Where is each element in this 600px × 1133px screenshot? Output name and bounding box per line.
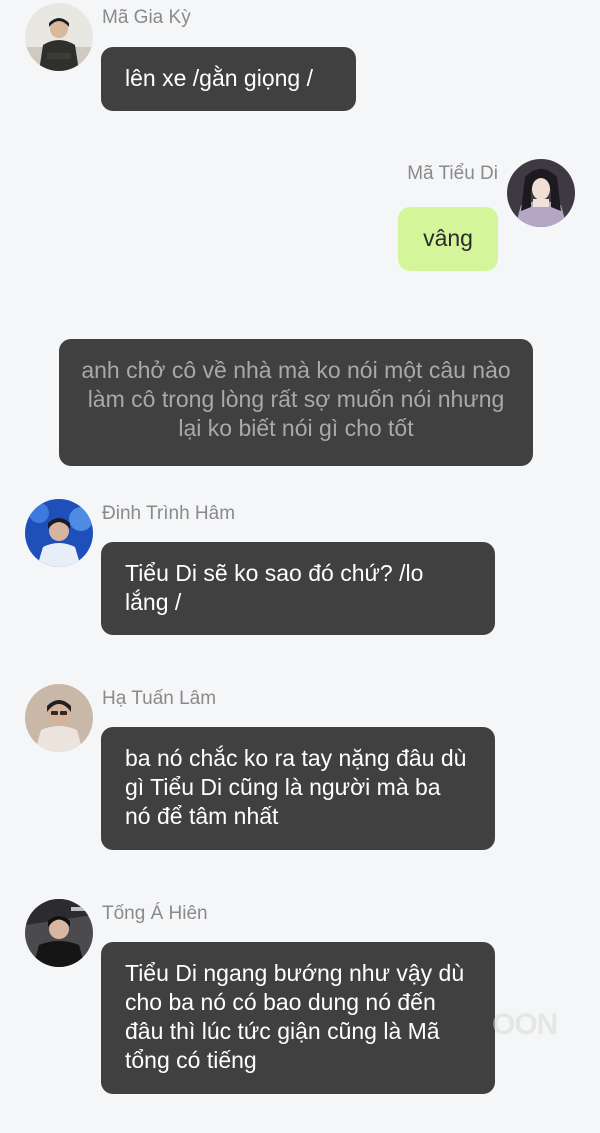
sender-name: Mã Tiểu Di [407, 163, 498, 184]
message-bubble-self: vâng [398, 207, 498, 271]
avatar-ma-gia-ky[interactable] [25, 3, 93, 71]
avatar-ma-tieu-di[interactable] [507, 159, 575, 227]
sender-name: Hạ Tuấn Lâm [102, 688, 217, 709]
watermark-logo: OON [492, 1008, 558, 1041]
message-bubble: ba nó chắc ko ra tay nặng đâu dù gì Tiểu… [101, 727, 495, 850]
message-bubble: Tiểu Di sẽ ko sao đó chứ? /lo lắng / [101, 542, 495, 635]
avatar-tong-a-hien[interactable] [25, 899, 93, 967]
sender-name: Mã Gia Kỳ [102, 7, 191, 28]
sender-name: Tống Á Hiên [102, 903, 208, 924]
avatar-ha-tuan-lam[interactable] [25, 684, 93, 752]
narration-bubble: anh chở cô về nhà mà ko nói một câu nào … [59, 339, 533, 466]
avatar-dinh-trinh-ham[interactable] [25, 499, 93, 567]
message-bubble: lên xe /gằn giọng / [101, 47, 356, 111]
sender-name: Đinh Trình Hâm [102, 503, 236, 524]
message-bubble: Tiểu Di ngang bướng như vậy dù cho ba nó… [101, 942, 495, 1094]
